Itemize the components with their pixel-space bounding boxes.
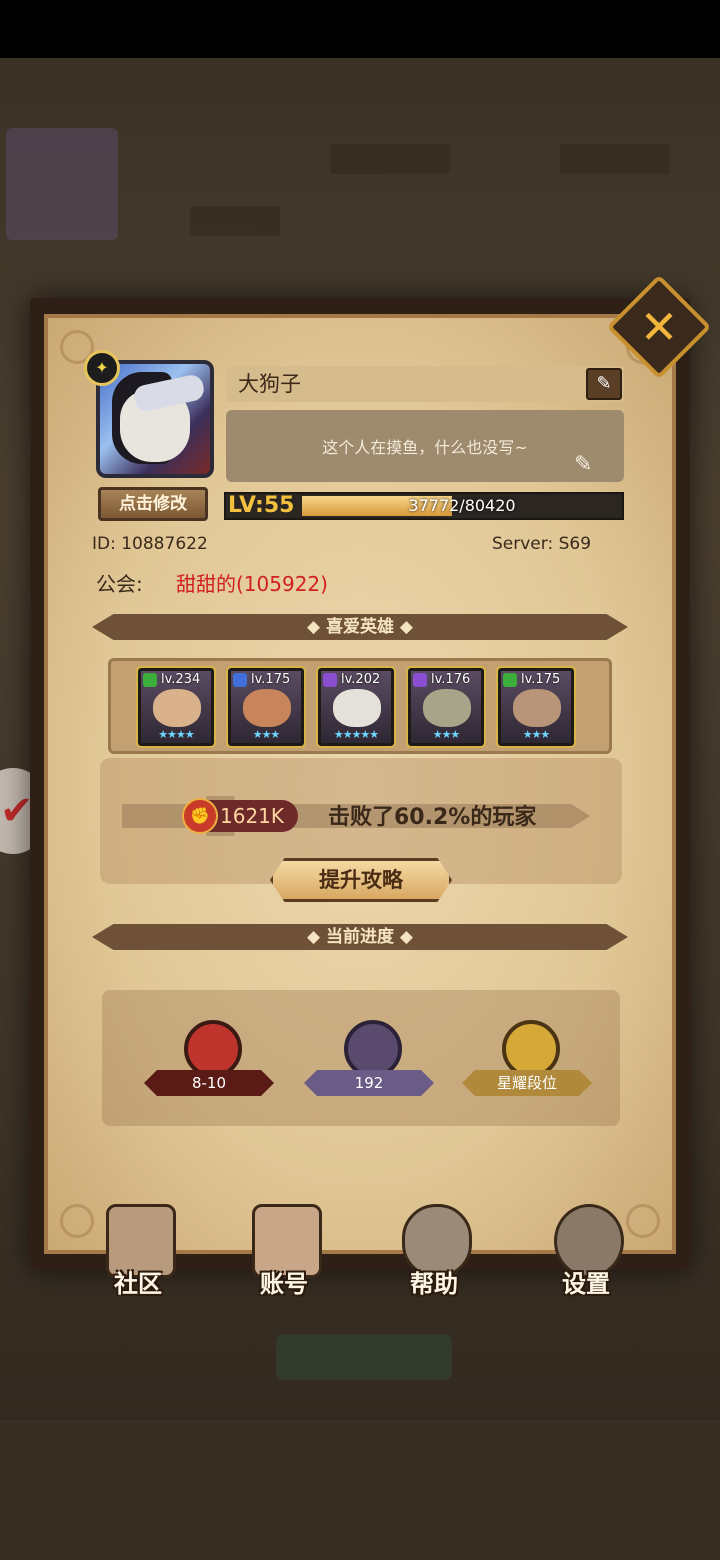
tower-progress[interactable]: 192 [304,1014,434,1100]
hero-stars: ★★★ [252,728,281,741]
hero-slot[interactable]: lv.175 ★★★ [496,666,576,748]
element-icon [233,673,247,687]
hero-level: lv.175 [251,672,291,687]
tower-icon [344,1020,402,1078]
power-value: 1621K [220,804,285,828]
arena-progress[interactable]: 星耀段位 [462,1014,592,1100]
modify-avatar-button[interactable]: 点击修改 [98,487,208,521]
arena-rank: 星耀段位 [496,1074,557,1092]
improve-strategy-button[interactable]: 提升攻略 [270,858,452,902]
nav-account[interactable]: 账号 [238,1202,330,1302]
hero-stars: ★★★★★ [333,728,379,741]
guild-name[interactable]: 甜甜的(105922) [176,568,328,597]
exp-text: 37772/80420 [408,496,516,515]
background-hud [0,110,720,260]
level-label: LV:55 [228,493,295,518]
hero-stars: ★★★★ [158,728,194,741]
hero-level: lv.234 [161,672,201,687]
beat-percentage-text: 击败了60.2%的玩家 [328,805,537,830]
player-id: ID: 10887622 [92,534,208,554]
element-icon [503,673,517,687]
hero-slot[interactable]: lv.176 ★★★ [406,666,486,748]
hero-slot[interactable]: lv.175 ★★★ [226,666,306,748]
element-icon [413,673,427,687]
nav-community[interactable]: 社区 [92,1202,184,1302]
element-icon [143,673,157,687]
guild-label: 公会: [96,572,143,596]
edit-signature-icon[interactable]: ✎ [574,452,592,477]
hero-slot[interactable]: lv.202 ★★★★★ [316,666,396,748]
close-icon: ✕ [639,300,679,354]
progress-title: ◆ 当前进度 ◆ [307,927,413,947]
status-bar [0,0,720,58]
element-icon [323,673,337,687]
campaign-book-icon [184,1020,242,1078]
player-name: 大狗子 [238,372,301,396]
nav-help[interactable]: 帮助 [388,1202,480,1302]
tower-floor: 192 [354,1074,384,1092]
nav-account-label: 账号 [260,1270,308,1298]
fist-icon: ✊ [182,798,218,834]
campaign-stage: 8-10 [191,1074,227,1092]
nav-help-label: 帮助 [410,1270,458,1298]
nav-settings[interactable]: 设置 [540,1202,632,1302]
hero-stars: ★★★ [432,728,461,741]
hero-stars: ★★★ [522,728,551,741]
server-label: Server: S69 [492,534,592,554]
hero-slot[interactable]: lv.234 ★★★★ [136,666,216,748]
avatar-frame-badge-icon: ✦ [84,350,120,386]
hero-level: lv.202 [341,672,381,687]
campaign-progress[interactable]: 8-10 [144,1014,274,1100]
signature-text: 这个人在摸鱼，什么也没写~ [322,438,528,457]
hero-level: lv.175 [521,672,561,687]
nav-settings-label: 设置 [562,1270,610,1298]
pencil-icon: ✎ [596,373,612,394]
edit-name-button[interactable]: ✎ [586,368,622,400]
background-button [276,1334,452,1380]
favorite-heroes-title: ◆ 喜爱英雄 ◆ [307,617,413,637]
background-bottom-nav [0,1420,720,1560]
arena-rank-icon [502,1020,560,1078]
nav-community-label: 社区 [114,1270,162,1298]
hero-level: lv.176 [431,672,471,687]
